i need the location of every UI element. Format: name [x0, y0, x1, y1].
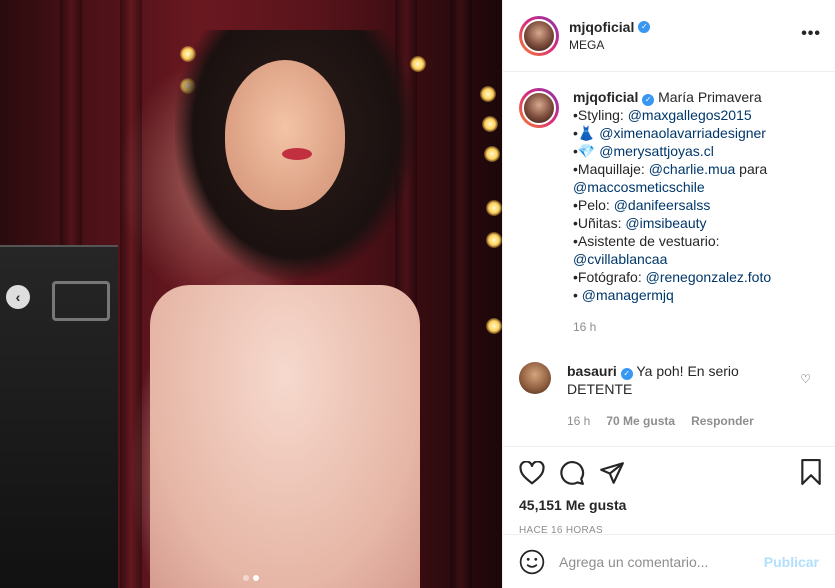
likes-count[interactable]: 45,151 Me gusta [519, 497, 819, 513]
comment-username[interactable]: basauri [567, 363, 617, 379]
bookmark-icon[interactable] [799, 459, 823, 485]
share-icon[interactable] [599, 461, 625, 485]
caption-line-text: para [735, 161, 768, 177]
post-header: mjqoficial ✓ MEGA ••• [503, 0, 835, 72]
stage-light [484, 146, 500, 162]
verified-icon: ✓ [620, 368, 633, 380]
mention-link[interactable]: @charlie.mua [649, 161, 736, 177]
caption-line: @maccosmeticschile [573, 178, 771, 196]
caption-line: •💎 @merysattjoyas.cl [573, 142, 771, 160]
emoji-icon[interactable] [519, 549, 545, 575]
carousel-dot-active [253, 575, 259, 581]
caption-line: •Styling: @maxgallegos2015 [573, 106, 771, 124]
stage-light [486, 318, 502, 334]
more-horizontal-icon[interactable]: ••• [801, 26, 821, 42]
caption-line: @cvillablancaa [573, 250, 771, 268]
caption-line: •👗 @ximenaolavarriadesigner [573, 124, 771, 142]
mention-link[interactable]: @cvillablancaa [573, 251, 667, 267]
caption-line-text: •Asistente de vestuario: [573, 233, 720, 249]
caption-line-text: •💎 [573, 143, 600, 159]
caption-line-text: •👗 [573, 125, 600, 141]
comment-icon[interactable] [559, 460, 585, 486]
caption-line: •Pelo: @danifeersalss [573, 196, 771, 214]
author-location[interactable]: MEGA [569, 38, 650, 52]
add-comment-bar: Publicar [503, 534, 835, 588]
reply-button[interactable]: Responder [691, 412, 754, 430]
face [225, 60, 345, 210]
stage-light [486, 200, 502, 216]
caption-line-text: •Styling: [573, 107, 628, 123]
heart-icon[interactable] [519, 461, 545, 485]
mention-link[interactable]: @maxgallegos2015 [628, 107, 752, 123]
caption-line-text: •Fotógrafo: [573, 269, 646, 285]
caption-username[interactable]: mjqoficial [573, 89, 638, 105]
post-panel: mjqoficial ✓ MEGA ••• mjqoficial ✓ María… [502, 0, 835, 588]
carousel-dot [243, 575, 249, 581]
caption-line: •Maquillaje: @charlie.mua para [573, 160, 771, 178]
mention-link[interactable]: @merysattjoyas.cl [599, 143, 714, 159]
dress [150, 285, 420, 588]
verified-icon: ✓ [642, 94, 655, 106]
publish-button[interactable]: Publicar [764, 554, 819, 570]
caption-line: •Fotógrafo: @renegonzalez.foto [573, 268, 771, 286]
caption-line-text: •Uñitas: [573, 215, 626, 231]
chevron-left-icon[interactable]: ‹ [6, 285, 30, 309]
caption-avatar[interactable] [519, 88, 559, 128]
caption-line: •Asistente de vestuario: [573, 232, 771, 250]
caption-title: María Primavera [658, 89, 762, 105]
mention-link[interactable]: @maccosmeticschile [573, 179, 705, 195]
comment-input[interactable] [559, 553, 764, 570]
caption-line-text: •Pelo: [573, 197, 614, 213]
verified-icon: ✓ [638, 21, 651, 33]
comment-likes[interactable]: 70 Me gusta [606, 412, 675, 430]
actions-bar: 45,151 Me gusta HACE 16 HORAS Publicar [503, 446, 835, 588]
mention-link[interactable]: @renegonzalez.foto [646, 269, 772, 285]
caption-line: •Uñitas: @imsibeauty [573, 214, 771, 232]
stage-light [486, 232, 502, 248]
author-username[interactable]: mjqoficial [569, 19, 634, 35]
carousel-dots [0, 575, 502, 581]
comments-area: mjqoficial ✓ María Primavera •Styling: @… [503, 72, 835, 446]
caption-lines: •Styling: @maxgallegos2015 •👗 @ximenaolav… [573, 106, 771, 304]
instagram-post: ‹ mjqoficial ✓ MEGA ••• mjqoficial ✓ Mar… [0, 0, 835, 588]
curtain-fold [120, 0, 142, 588]
stage-light [480, 86, 496, 102]
post-photo[interactable]: ‹ [0, 0, 502, 588]
stage-light [482, 116, 498, 132]
mention-link[interactable]: @ximenaolavarriadesigner [599, 125, 766, 141]
lips [282, 148, 312, 160]
curtain-fold [450, 0, 472, 588]
mention-link[interactable]: @imsibeauty [625, 215, 706, 231]
comment: basauri ✓ Ya poh! En serio DETENTE 16 h … [519, 362, 819, 430]
caption-line-text: • [573, 287, 582, 303]
mention-link[interactable]: @managermjq [582, 287, 674, 303]
mention-link[interactable]: @danifeersalss [614, 197, 711, 213]
commenter-avatar[interactable] [519, 362, 551, 394]
caption-line: • @managermjq [573, 286, 771, 304]
author-avatar[interactable] [519, 15, 559, 56]
caption: mjqoficial ✓ María Primavera •Styling: @… [519, 88, 819, 336]
caption-time[interactable]: 16 h [573, 318, 596, 336]
comment-time[interactable]: 16 h [567, 412, 590, 430]
comment-heart-icon[interactable]: ♡ [800, 372, 811, 386]
caption-line-text: •Maquillaje: [573, 161, 649, 177]
